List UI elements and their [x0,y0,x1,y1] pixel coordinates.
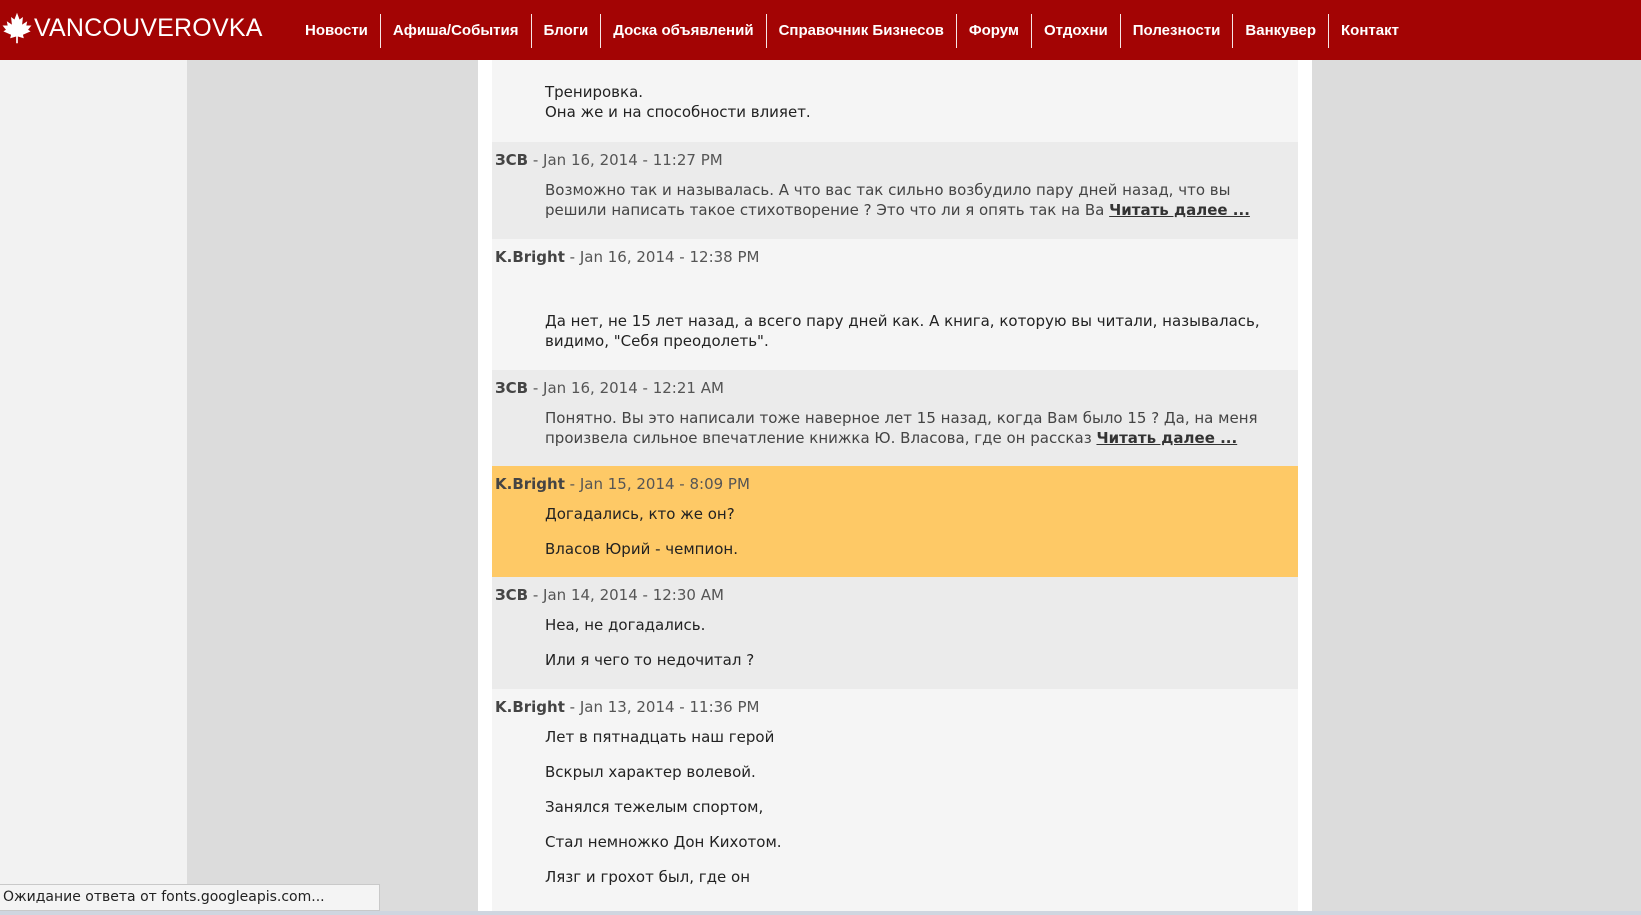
comment-line: Она же и на способности влияет. [545,103,811,121]
read-more-link[interactable]: Читать далее ... [1096,429,1237,447]
nav-divider [379,14,381,48]
top-navigation-bar: VANCOUVEROVKA Новости Афиша/События Блог… [0,0,1641,60]
nav-item-forum[interactable]: Форум [957,14,1031,48]
comment-date: - Jan 16, 2014 - 12:21 AM [528,379,724,397]
nav-divider [600,14,602,48]
comment-body: Тренировка. Она же и на способности влия… [495,82,1298,122]
comment-body: Неа, не догадались. Или я чего то недочи… [495,615,1298,670]
comment-date: - Jan 16, 2014 - 12:38 PM [564,248,760,266]
nav-item-business-directory[interactable]: Справочник Бизнесов [767,14,956,48]
comment-date: - Jan 14, 2014 - 12:30 AM [528,586,724,604]
comment-paragraph: Или я чего то недочитал ? [545,651,755,669]
nav-divider [1031,14,1032,48]
comment: ЗСВ - Jan 14, 2014 - 12:30 AM Неа, не до… [492,577,1298,689]
comment-line: произвела сильное впечатление книжка Ю. … [545,429,1238,447]
nav-item-vancouver[interactable]: Ванкувер [1233,14,1328,48]
comment: K.Bright - Jan 16, 2014 - 12:38 PM Да не… [492,239,1298,370]
nav-item-relax[interactable]: Отдохни [1032,14,1120,48]
comment-line: Понятно. Вы это написали тоже наверное л… [545,409,1258,427]
comment: ЗСВ - Jan 16, 2014 - 11:27 PM Возможно т… [492,142,1298,239]
nav-divider [530,14,532,48]
nav-item-events[interactable]: Афиша/События [381,14,531,48]
comment: Тренировка. Она же и на способности влия… [492,60,1298,142]
comment-paragraph: Догадались, кто же он? [545,505,735,523]
comment-author[interactable]: K.Bright [495,475,565,493]
nav-item-contact[interactable]: Контакт [1329,14,1411,48]
comment-paragraph: Вскрыл характер волевой. [545,763,756,781]
logo-text: VANCOUVEROVKA [34,13,263,42]
comment-line: Тренировка. [545,83,644,101]
comment-body: Лет в пятнадцать наш герой Вскрыл характ… [495,727,1298,887]
comment-line: видимо, "Себя преодолеть". [545,332,769,350]
comment-highlighted: K.Bright - Jan 15, 2014 - 8:09 PM Догада… [492,466,1298,577]
taskbar-edge [0,911,1641,915]
nav-item-news[interactable]: Новости [293,14,380,48]
comment-author[interactable]: ЗСВ [495,379,528,397]
comment: ЗСВ - Jan 16, 2014 - 12:21 AM Понятно. В… [492,370,1298,466]
comment-author[interactable]: ЗСВ [495,151,528,169]
comment-date: - Jan 16, 2014 - 11:27 PM [528,151,723,169]
comment-header: ЗСВ - Jan 14, 2014 - 12:30 AM [495,581,1298,615]
comment-paragraph: Лязг и грохот был, где он [545,868,751,886]
comment-line: решили написать такое стихотворение ? Эт… [545,201,1250,219]
comment-paragraph: Власов Юрий - чемпион. [545,540,738,558]
comment-header: ЗСВ - Jan 16, 2014 - 12:21 AM [495,374,1298,408]
site-logo[interactable]: VANCOUVEROVKA [0,10,263,46]
comment-line: Да нет, не 15 лет назад, а всего пару дн… [545,312,1260,330]
comment-author[interactable]: ЗСВ [495,586,528,604]
comment-date: - Jan 15, 2014 - 8:09 PM [564,475,750,493]
comment-body: Возможно так и называлась. А что вас так… [495,180,1298,220]
nav-divider [765,14,767,48]
nav-item-blogs[interactable]: Блоги [532,14,601,48]
main-content: Тренировка. Она же и на способности влия… [478,60,1312,915]
comment-date: - Jan 13, 2014 - 11:36 PM [564,698,760,716]
nav-item-useful[interactable]: Полезности [1121,14,1233,48]
read-more-link[interactable]: Читать далее ... [1109,201,1250,219]
browser-status-bar: Ожидание ответа от fonts.googleapis.com.… [0,884,380,911]
nav-item-classifieds[interactable]: Доска объявлений [601,14,765,48]
nav-divider [1119,14,1121,48]
comment-author[interactable]: K.Bright [495,698,565,716]
comment-line: Возможно так и называлась. А что вас так… [545,181,1231,199]
comment-list: Тренировка. Она же и на способности влия… [492,60,1298,915]
left-sidebar [187,60,478,915]
nav-divider [955,14,957,48]
comment-body: Понятно. Вы это написали тоже наверное л… [495,408,1298,448]
comment-header: K.Bright - Jan 13, 2014 - 11:36 PM [495,693,1298,727]
comment-paragraph: Стал немножко Дон Кихотом. [545,833,782,851]
comment-paragraph: Неа, не догадались. [545,616,706,634]
comment: K.Bright - Jan 13, 2014 - 11:36 PM Лет в… [492,689,1298,915]
maple-leaf-icon [2,12,32,44]
comment-header: ЗСВ - Jan 16, 2014 - 11:27 PM [495,146,1298,180]
right-sidebar [1312,60,1641,915]
nav-divider [1328,14,1330,48]
comment-body: Догадались, кто же он? Власов Юрий - чем… [495,504,1298,559]
comment-paragraph: Лет в пятнадцать наш герой [545,728,775,746]
comment-header: K.Bright - Jan 16, 2014 - 12:38 PM [495,243,1298,277]
comment-paragraph: Занялся тежелым спортом, [545,798,764,816]
comment-header: K.Bright - Jan 15, 2014 - 8:09 PM [495,470,1298,504]
comment-body: Да нет, не 15 лет назад, а всего пару дн… [495,277,1298,351]
comment-author[interactable]: K.Bright [495,248,565,266]
nav-divider [1232,14,1234,48]
main-nav: Новости Афиша/События Блоги Доска объявл… [293,14,1411,48]
